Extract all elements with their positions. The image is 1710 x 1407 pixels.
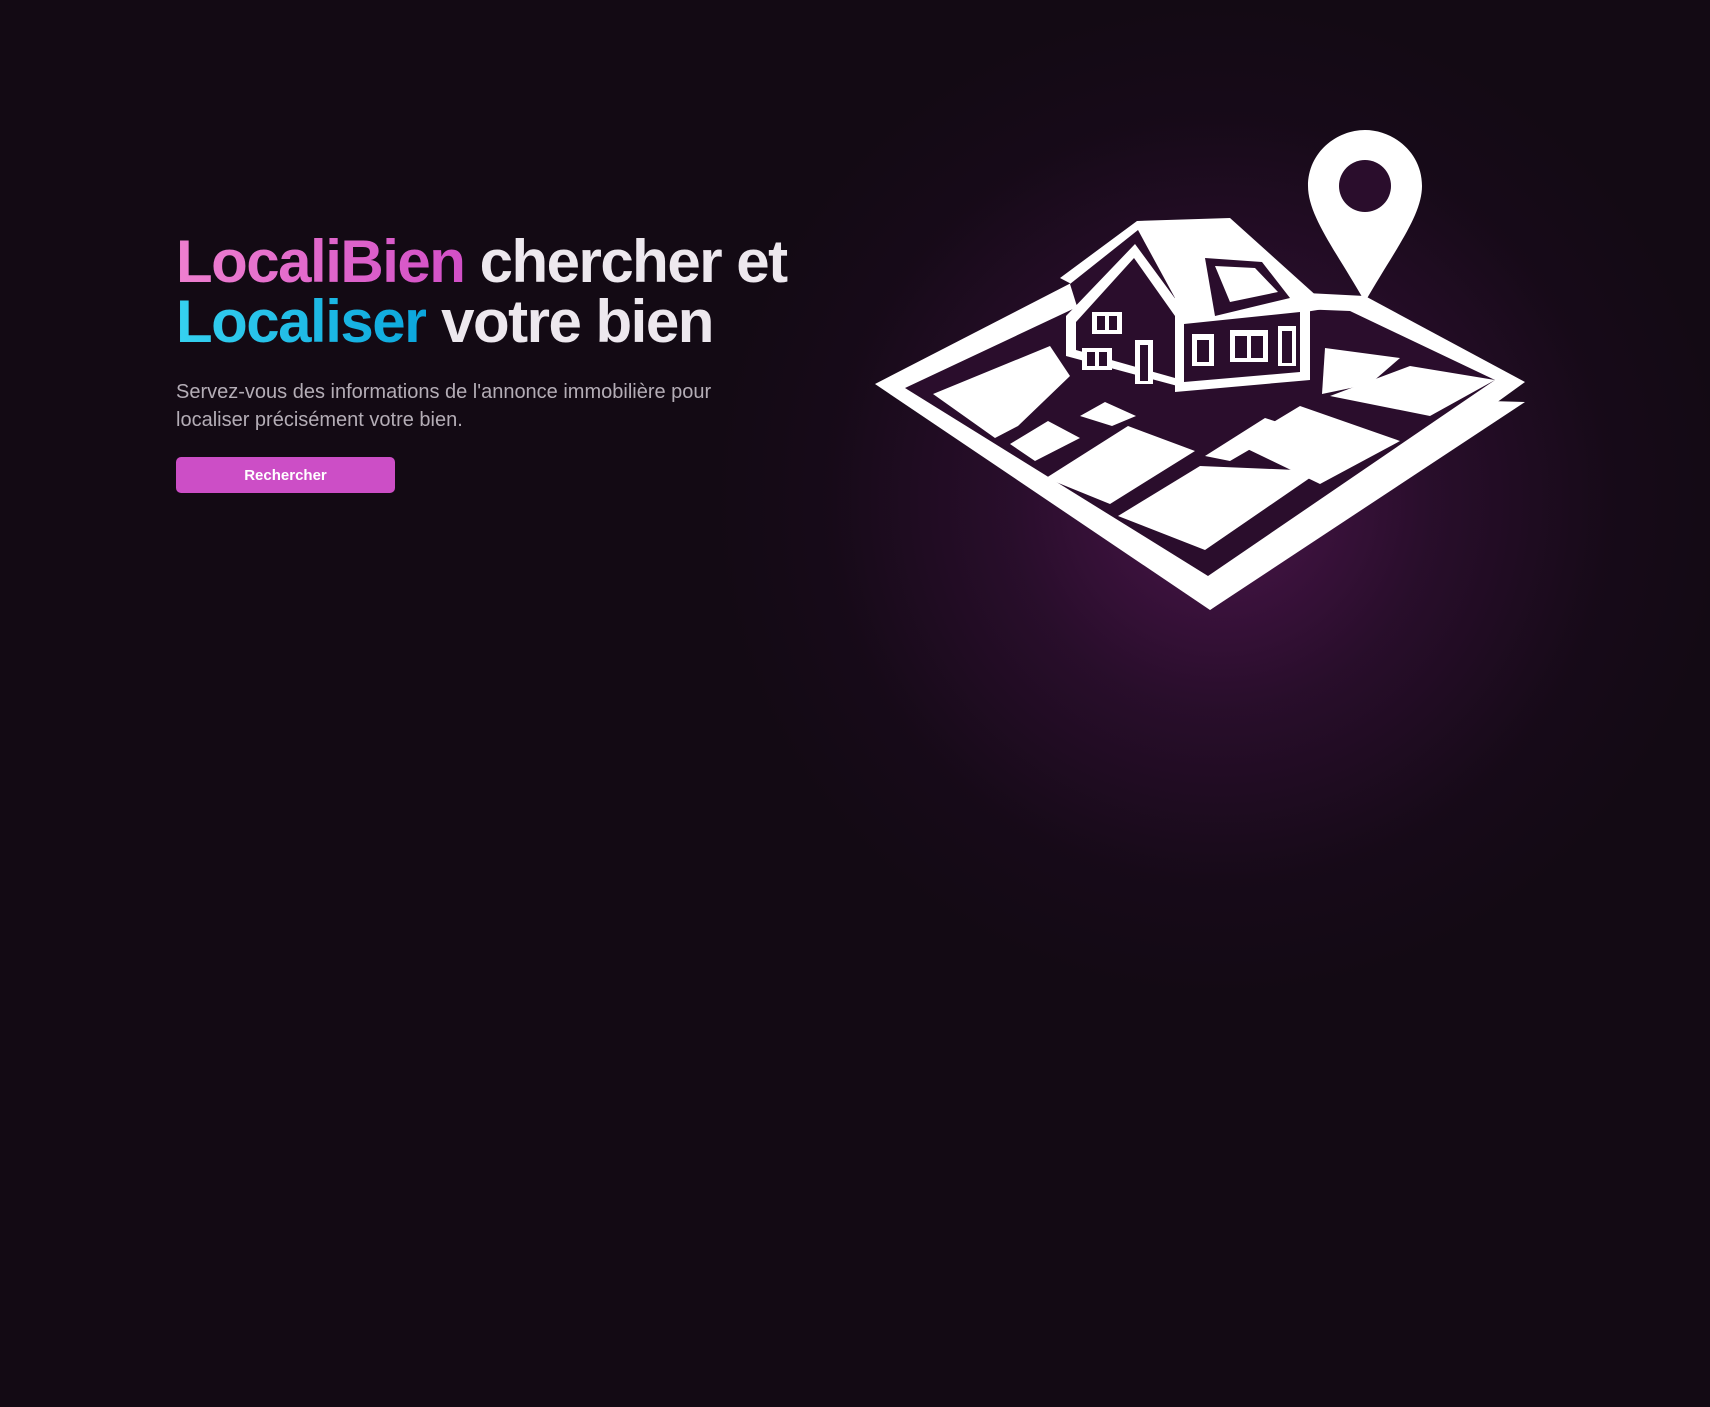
hero-description: Servez-vous des informations de l'annonc…: [176, 381, 712, 431]
title-line1-rest: chercher et: [464, 228, 789, 295]
hero-title: LocaliBien chercher et Localiser votre bi…: [176, 232, 836, 352]
house-map-illustration: [875, 130, 1525, 610]
hero-section: LocaliBien chercher et Localiser votre bi…: [176, 232, 836, 493]
house-icon: [1060, 218, 1330, 392]
landing-page: LocaliBien chercher et Localiser votre bi…: [0, 0, 1710, 1407]
brand-name: LocaliBien: [176, 228, 466, 295]
search-button[interactable]: Rechercher: [176, 457, 395, 493]
title-highlight-localiser: Localiser: [176, 288, 427, 355]
title-line2-rest: votre bien: [425, 288, 714, 355]
map-pin-icon: [1308, 130, 1422, 302]
